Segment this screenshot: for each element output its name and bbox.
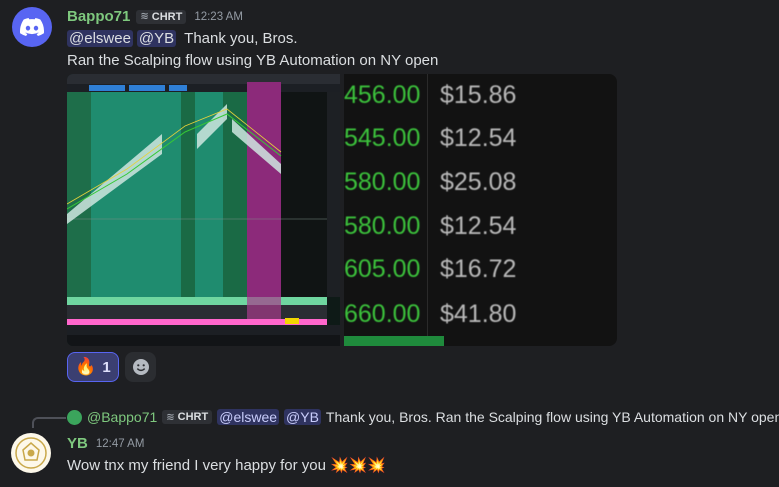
mention-yb[interactable]: @YB	[136, 30, 177, 47]
message-text: Ran the Scalping flow using YB Automatio…	[67, 52, 439, 69]
message2-header: YB 12:47 AM	[67, 435, 144, 452]
strike-value: 580.00	[344, 211, 421, 240]
price-row: 605.00 $16.72	[344, 249, 617, 289]
timestamp: 12:47 AM	[95, 437, 145, 450]
price-value: $41.80	[440, 299, 517, 328]
fire-emoji-icon: 🔥	[75, 357, 97, 376]
price-row: 660.00 $41.80	[344, 294, 617, 334]
reply-mention-yb: @YB	[284, 409, 321, 425]
reply-preview[interactable]: @Bappo71 ≋ CHRT @elswee @YB Thank you, B…	[67, 409, 779, 425]
price-row: 545.00 $12.54	[344, 118, 617, 158]
author-name[interactable]: Bappo71	[67, 8, 130, 25]
timestamp: 12:23 AM	[194, 10, 243, 23]
trading-chart-image	[67, 74, 340, 346]
strike-value: 456.00	[344, 80, 421, 109]
reaction-count: 1	[102, 358, 111, 376]
reply-author[interactable]: @Bappo71	[87, 409, 157, 425]
reply-server-tag-label: CHRT	[177, 411, 209, 423]
reaction-fire[interactable]: 🔥 1	[67, 352, 119, 382]
reply-connector	[32, 417, 66, 428]
strike-value: 660.00	[344, 299, 421, 328]
chart-icon: ≋	[140, 11, 149, 22]
price-value: $12.54	[440, 211, 517, 240]
message-text: Wow tnx my friend I very happy for you	[67, 456, 326, 474]
avatar-bappo71[interactable]	[12, 7, 52, 47]
add-reaction-button[interactable]	[125, 352, 156, 382]
price-row: 580.00 $25.08	[344, 162, 617, 202]
reply-avatar-icon	[67, 409, 82, 425]
add-reaction-icon	[132, 359, 149, 375]
server-tag[interactable]: ≋ CHRT	[136, 9, 187, 24]
strike-value: 545.00	[344, 123, 421, 152]
bottom-bar	[344, 336, 444, 346]
price-value: $25.08	[440, 167, 517, 196]
message2-body: Wow tnx my friend I very happy for you 💥…	[67, 456, 387, 475]
chart-icon: ≋	[166, 411, 175, 423]
message1-header: Bappo71 ≋ CHRT 12:23 AM	[67, 8, 243, 25]
chart-screenshot-attachment[interactable]	[67, 74, 340, 346]
message1-line1: @elswee @YB Thank you, Bros.	[67, 30, 298, 47]
yb-logo-icon	[15, 437, 47, 469]
avatar-yb[interactable]	[11, 433, 51, 473]
message-text: Thank you, Bros.	[184, 30, 298, 47]
price-row: 580.00 $12.54	[344, 206, 617, 246]
strike-value: 605.00	[344, 254, 421, 283]
price-value: $16.72	[440, 254, 517, 283]
price-value: $15.86	[440, 80, 517, 109]
reply-text: Thank you, Bros. Ran the Scalping flow u…	[325, 409, 779, 425]
server-tag-label: CHRT	[151, 10, 183, 23]
discord-logo-icon	[20, 18, 44, 36]
collision-emoji-icon: 💥💥💥	[330, 457, 387, 474]
reply-mention-elswee: @elswee	[217, 409, 280, 425]
author-name[interactable]: YB	[67, 435, 88, 452]
strike-value: 580.00	[344, 167, 421, 196]
reply-server-tag: ≋ CHRT	[162, 410, 213, 424]
price-value: $12.54	[440, 123, 517, 152]
price-row: 456.00 $15.86	[344, 75, 617, 115]
mention-elswee[interactable]: @elswee	[67, 30, 133, 47]
message1-line2: Ran the Scalping flow using YB Automatio…	[67, 52, 438, 69]
price-list-attachment[interactable]: 456.00 $15.86 545.00 $12.54 580.00 $25.0…	[344, 74, 617, 346]
